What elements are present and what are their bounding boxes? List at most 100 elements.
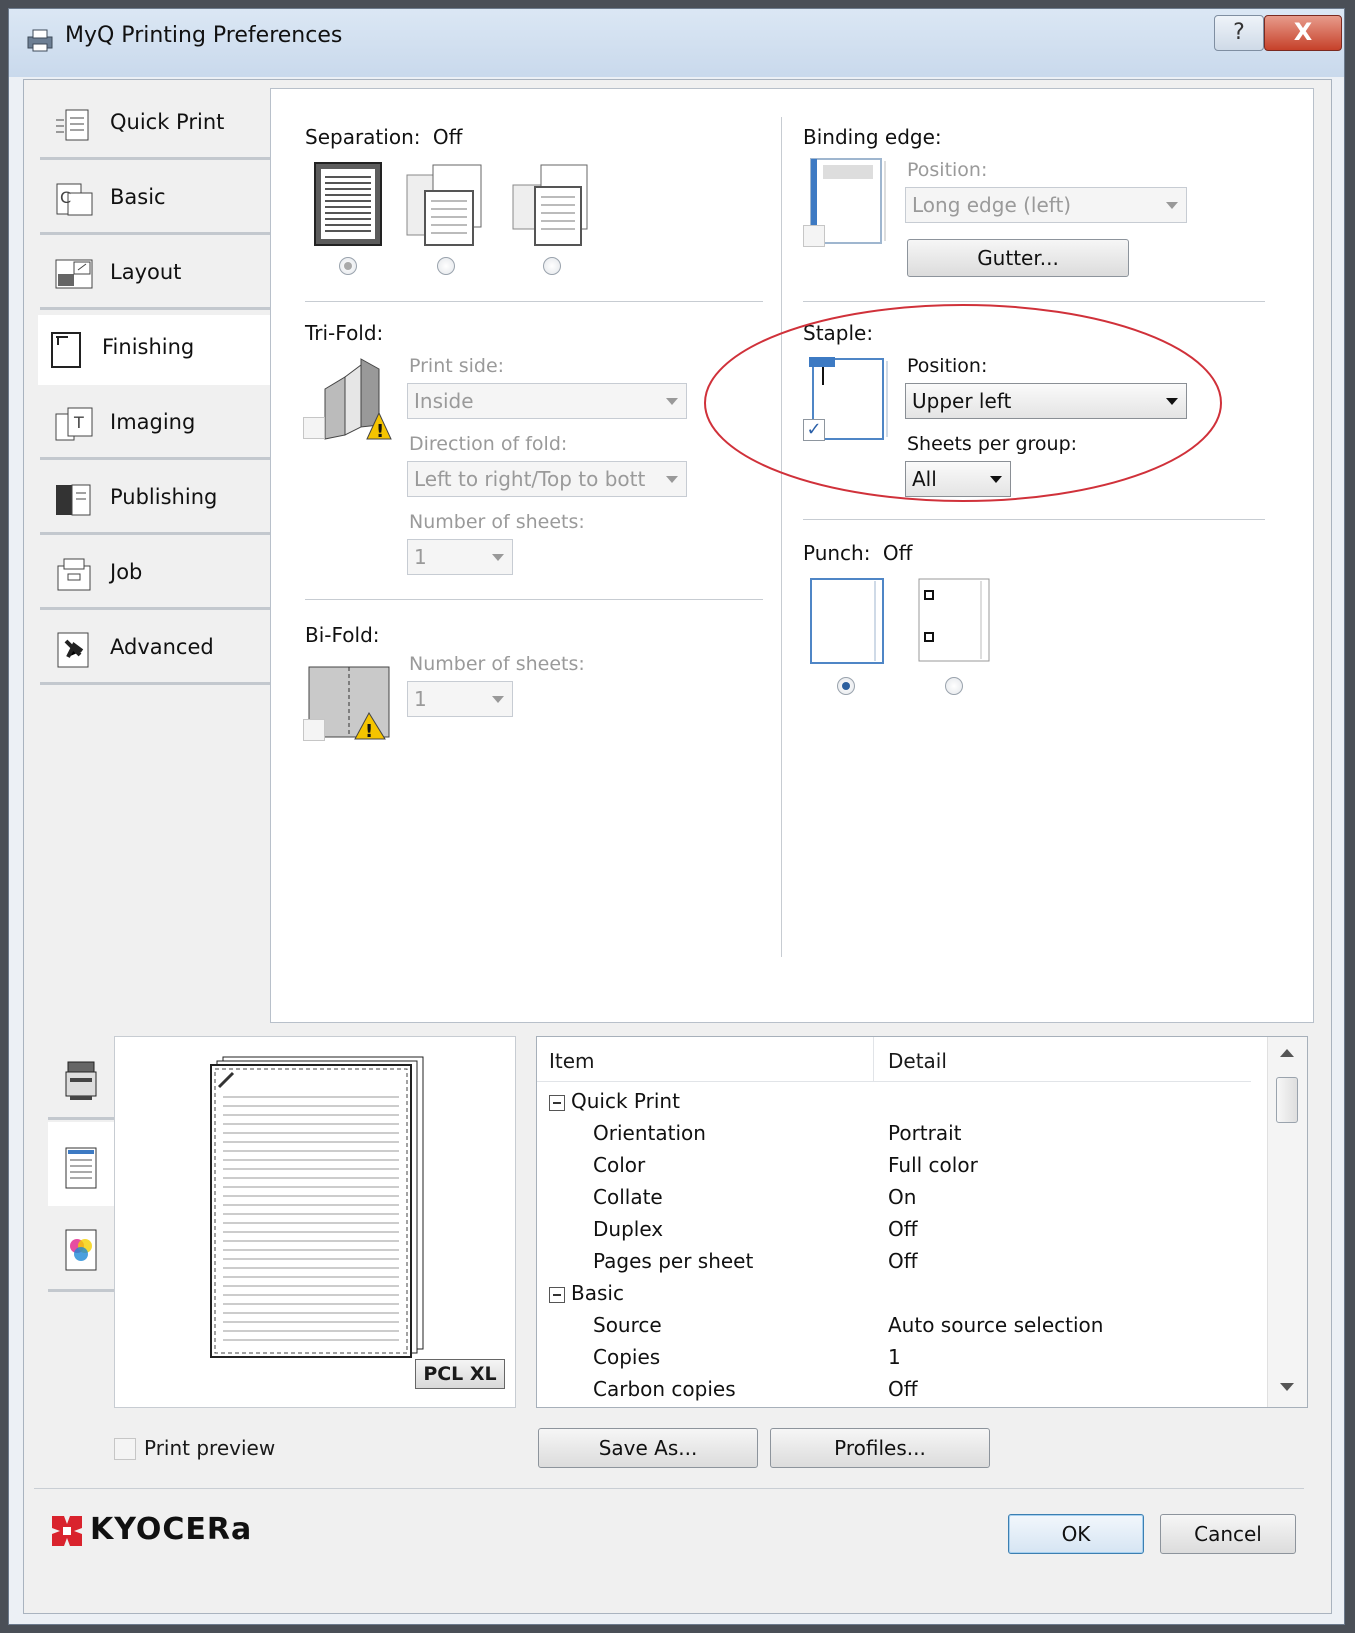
summary-detail: Portrait [888,1121,962,1145]
column-header-item[interactable]: Item [549,1049,595,1073]
bifold-sheets-select[interactable]: 1 [407,681,513,717]
print-side-label: Print side: [409,355,505,377]
color-view-tab[interactable] [48,1208,116,1292]
summary-item: Orientation [593,1121,706,1145]
publishing-icon [56,484,91,516]
punch-heading: Punch: Off [803,541,912,565]
punch-label: Punch: [803,541,871,565]
punch-off-image [810,578,884,664]
tab-label: Advanced [110,635,214,659]
binding-edge-checkbox[interactable] [803,225,825,247]
tab-label: Layout [110,260,182,284]
scroll-up-icon[interactable] [1280,1049,1294,1057]
bifold-checkbox[interactable] [303,719,325,741]
separation-heading: Separation: Off [305,125,462,149]
tab-quick-print[interactable]: Quick Print [40,90,270,160]
punch-holes-image [918,578,990,662]
chevron-down-icon [1166,202,1178,209]
binding-position-label: Position: [907,159,988,181]
summary-detail: 1 [888,1345,901,1369]
bifold-label: Bi-Fold: [305,623,380,647]
summary-item: Copies [593,1345,661,1369]
binding-position-value: Long edge (left) [912,193,1072,217]
summary-item: Carbon copies [593,1377,736,1401]
dialog-client-area: Quick Print C Basic Layout Finishing T I… [23,79,1332,1614]
trifold-checkbox[interactable] [303,417,325,439]
tab-basic[interactable]: C Basic [40,165,270,235]
scroll-thumb[interactable] [1276,1077,1298,1123]
fold-direction-select[interactable]: Left to right/Top to bott [407,461,687,497]
scroll-down-icon[interactable] [1280,1383,1294,1391]
summary-item: Duplex [593,1217,664,1241]
close-button[interactable]: X [1264,15,1342,51]
summary-item: Color [593,1153,646,1177]
fold-direction-value: Left to right/Top to bott [414,467,646,491]
summary-item: Quick Print [571,1089,680,1113]
tab-finishing[interactable]: Finishing [38,315,288,385]
kyocera-logo-mark [52,1516,82,1546]
pdl-badge: PCL XL [415,1359,505,1389]
trifold-sheets-value: 1 [414,545,427,569]
collapse-icon[interactable] [549,1287,565,1303]
device-view-tab[interactable] [48,1036,116,1120]
binding-edge-label: Binding edge: [803,125,942,149]
chevron-down-icon [492,696,504,703]
tab-publishing[interactable]: Publishing [40,465,270,535]
divider [305,301,763,302]
print-preview-checkbox[interactable] [114,1438,136,1460]
summary-item: Collate [593,1185,663,1209]
separation-off-radio[interactable] [339,257,357,275]
svg-text:!: ! [376,421,384,441]
summary-item: Source [593,1313,662,1337]
save-as-button[interactable]: Save As... [538,1428,758,1468]
punch-off-radio[interactable] [837,677,855,695]
ok-button[interactable]: OK [1008,1514,1144,1554]
title-bar: MyQ Printing Preferences ? X [9,9,1344,77]
trifold-sheets-select[interactable]: 1 [407,539,513,575]
list-header: Item Detail [537,1037,1251,1082]
help-button[interactable]: ? [1214,15,1264,51]
svg-text:!: ! [365,721,373,741]
summary-detail: Off [888,1217,918,1241]
binding-position-select[interactable]: Long edge (left) [905,187,1187,223]
tab-job[interactable]: Job [40,540,270,610]
cancel-button[interactable]: Cancel [1160,1514,1296,1554]
tab-label: Job [110,560,143,584]
page-view-tab[interactable] [48,1122,116,1206]
window-title: MyQ Printing Preferences [65,23,343,48]
column-header-detail[interactable]: Detail [888,1049,947,1073]
imaging-icon: T [55,407,93,441]
page-preview: PCL XL [114,1036,516,1408]
tab-label: Imaging [110,410,196,434]
tab-label: Quick Print [110,110,225,134]
staple-highlight-ellipse [704,304,1222,502]
quick-print-icon [56,109,89,141]
summary-item: Basic [571,1281,624,1305]
job-icon [57,558,91,591]
printing-preferences-window: MyQ Printing Preferences ? X Quick Print… [8,8,1345,1625]
column-divider [781,117,782,957]
advanced-icon [57,632,89,668]
summary-detail: Off [888,1377,918,1401]
vertical-scrollbar[interactable] [1267,1037,1307,1407]
finishing-page: Separation: Off Tri-Fold: ! Print side: … [270,88,1314,1023]
tab-advanced[interactable]: Advanced [40,615,270,685]
profiles-button[interactable]: Profiles... [770,1428,990,1468]
print-side-select[interactable]: Inside [407,383,687,419]
divider [305,599,763,600]
tab-label: Basic [110,185,166,209]
separation-offset-radio[interactable] [437,257,455,275]
tab-imaging[interactable]: T Imaging [40,390,270,460]
chevron-down-icon [666,398,678,405]
svg-text:C: C [60,188,71,207]
fold-direction-label: Direction of fold: [409,433,568,455]
separation-rotate-radio[interactable] [543,257,561,275]
kyocera-logo: KYOCERa [48,1512,251,1552]
tab-layout[interactable]: Layout [40,240,270,310]
collapse-icon[interactable] [549,1095,565,1111]
chevron-down-icon [492,554,504,561]
punch-holes-radio[interactable] [945,677,963,695]
gutter-button[interactable]: Gutter... [907,239,1129,277]
trifold-label: Tri-Fold: [305,321,384,345]
kyocera-wordmark: KYOCERa [90,1512,253,1547]
